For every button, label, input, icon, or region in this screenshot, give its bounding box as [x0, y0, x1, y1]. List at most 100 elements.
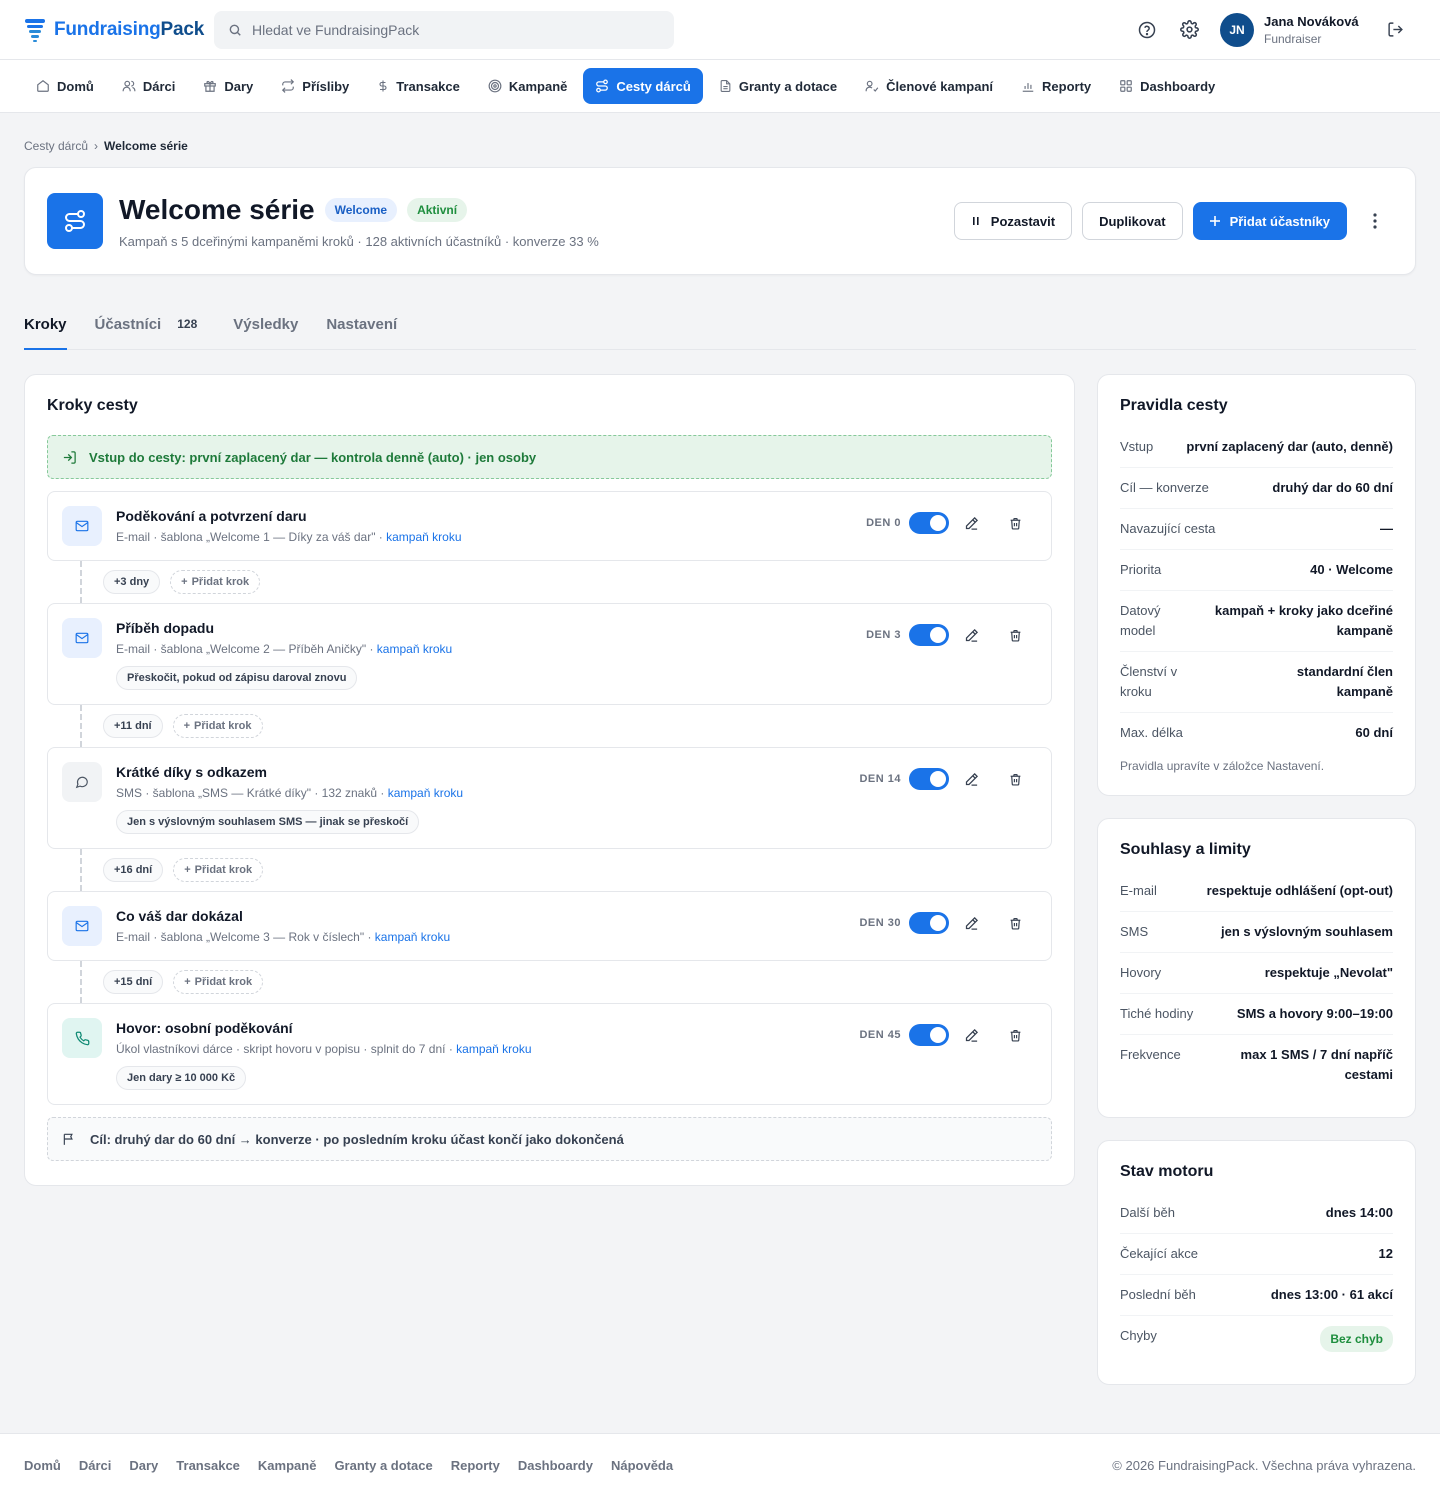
logout-button[interactable] — [1374, 9, 1416, 51]
nav-item-grants[interactable]: Granty a dotace — [707, 68, 849, 104]
add-step-button[interactable]: + Přidat krok — [173, 970, 264, 994]
gift-icon — [204, 80, 217, 92]
footer-link[interactable]: Domů — [24, 1458, 61, 1473]
add-step-label: Přidat krok — [194, 864, 253, 876]
journey-header-card: Welcome série Welcome Aktivní Kampaň s 5… — [24, 167, 1416, 275]
edit-step-button[interactable] — [949, 628, 993, 643]
step-enabled-toggle[interactable] — [909, 512, 949, 534]
pause-button[interactable]: Pozastavit — [953, 202, 1073, 240]
engine-value: 12 — [1378, 1246, 1393, 1261]
tab-participants[interactable]: Účastníci 128 — [95, 301, 206, 349]
breadcrumb-parent[interactable]: Cesty dárců — [24, 139, 88, 153]
tab-label: Kroky — [24, 315, 67, 333]
step-campaign-link[interactable]: kampaň kroku — [388, 786, 463, 800]
step-condition-chip: Jen dary ≥ 10 000 Kč — [116, 1066, 247, 1090]
search-input[interactable]: Hledat ve FundraisingPack — [214, 10, 674, 49]
engine-status-card: Stav motoru Další běh dnes 14:00 Čekající… — [1097, 1140, 1416, 1385]
add-step-button[interactable]: + Přidat krok — [173, 858, 264, 882]
step-campaign-link[interactable]: kampaň kroku — [375, 930, 450, 944]
step-meta: SMS · šablona „SMS — Krátké díky" · 132 … — [116, 786, 857, 800]
trash-icon — [1010, 629, 1020, 642]
pause-label: Pozastavit — [990, 213, 1056, 229]
duplicate-button[interactable]: Duplikovat — [1082, 202, 1183, 240]
tab-results[interactable]: Výsledky — [233, 301, 298, 349]
users-icon — [122, 80, 136, 92]
repeat-icon — [282, 79, 295, 93]
add-participants-label: Přidat účastníky — [1229, 213, 1330, 229]
engine-key: Chyby — [1120, 1328, 1157, 1343]
rule-value: první zaplacený dar (auto, denně) — [1186, 439, 1393, 454]
delete-step-button[interactable] — [993, 1029, 1037, 1042]
nav-item-donor-journeys[interactable]: Cesty dárců — [583, 68, 703, 104]
step-meta-text: E-mail · šablona „Welcome 3 — Rok v čísl… — [116, 930, 375, 944]
settings-button[interactable] — [1168, 9, 1210, 51]
participants-count: 128 — [169, 314, 206, 334]
delete-step-button[interactable] — [993, 629, 1037, 642]
nav-item-campaigns[interactable]: Kampaně — [476, 68, 580, 104]
nav-item-dashboards[interactable]: Dashboardy — [1107, 68, 1227, 104]
delete-step-button[interactable] — [993, 517, 1037, 530]
nav-item-reports[interactable]: Reporty — [1009, 68, 1103, 104]
rule-row: Datový model kampaň + kroky jako dceřiné … — [1120, 591, 1393, 652]
nav-item-pledges[interactable]: Přísliby — [269, 68, 361, 104]
step-enabled-toggle[interactable] — [909, 912, 949, 934]
dollar-icon — [379, 80, 387, 92]
nav-item-campaign-members[interactable]: Členové kampaní — [853, 68, 1005, 104]
footer-link[interactable]: Kampaně — [258, 1458, 317, 1473]
rule-value: standardní člen kampaně — [1296, 664, 1393, 699]
step-title: Poděkování a potvrzení daru — [116, 508, 307, 524]
add-step-label: Přidat krok — [191, 576, 250, 588]
pencil-icon — [965, 772, 978, 786]
edit-step-button[interactable] — [949, 916, 993, 931]
top-bar: FundraisingPack Hledat ve FundraisingPac… — [0, 0, 1440, 60]
target-icon — [488, 79, 502, 93]
rule-row: Max. délka 60 dní — [1120, 713, 1393, 753]
nav-label: Reporty — [1042, 78, 1092, 94]
help-button[interactable] — [1126, 9, 1168, 51]
breadcrumb: Cesty dárců › Welcome série — [24, 113, 1416, 153]
footer-link[interactable]: Dárci — [79, 1458, 112, 1473]
breadcrumb-separator: › — [94, 139, 99, 153]
step-campaign-link[interactable]: kampaň kroku — [377, 642, 452, 656]
footer-link[interactable]: Nápověda — [611, 1458, 673, 1473]
edit-step-button[interactable] — [949, 1028, 993, 1043]
card-title: Stav motoru — [1120, 1163, 1214, 1180]
more-actions-button[interactable] — [1357, 202, 1393, 240]
edit-step-button[interactable] — [949, 516, 993, 531]
entry-text: Vstup do cesty: první zaplacený dar — ko… — [89, 449, 537, 465]
avatar[interactable]: JN — [1220, 12, 1254, 47]
step-enabled-toggle[interactable] — [909, 624, 949, 646]
edit-step-button[interactable] — [949, 772, 993, 787]
footer-link[interactable]: Dashboardy — [518, 1458, 593, 1473]
step-enabled-toggle[interactable] — [909, 1024, 949, 1046]
engine-key: Čekající akce — [1120, 1246, 1199, 1261]
add-step-button[interactable]: + Přidat krok — [172, 714, 263, 738]
tab-settings[interactable]: Nastavení — [326, 301, 397, 349]
nav-item-transactions[interactable]: Transakce — [365, 68, 472, 104]
nav-item-donors[interactable]: Dárci — [110, 68, 188, 104]
nav-item-home[interactable]: Domů — [24, 68, 106, 104]
logo-icon — [25, 18, 45, 42]
step-enabled-toggle[interactable] — [909, 768, 949, 790]
footer-link[interactable]: Reporty — [451, 1458, 500, 1473]
consent-key: E-mail — [1120, 883, 1157, 898]
step-campaign-link[interactable]: kampaň kroku — [456, 1042, 531, 1056]
add-participants-button[interactable]: Přidat účastníky — [1192, 202, 1347, 240]
footer-link[interactable]: Transakce — [176, 1458, 240, 1473]
engine-key: Další běh — [1120, 1205, 1175, 1220]
footer-link[interactable]: Dary — [129, 1458, 158, 1473]
delay-badge: +11 dní — [103, 714, 163, 738]
delete-step-button[interactable] — [993, 917, 1037, 930]
card-title: Pravidla cesty — [1120, 397, 1228, 414]
nav-label: Dashboardy — [1140, 78, 1216, 94]
engine-row: Poslední běh dnes 13:00 · 61 akcí — [1120, 1275, 1393, 1316]
app-logo[interactable]: FundraisingPack — [24, 17, 214, 43]
step-campaign-link[interactable]: kampaň kroku — [386, 530, 461, 544]
footer-link[interactable]: Granty a dotace — [334, 1458, 432, 1473]
delete-step-button[interactable] — [993, 773, 1037, 786]
add-step-button[interactable]: + Přidat krok — [170, 570, 261, 594]
nav-label: Dárci — [142, 78, 176, 94]
tab-steps[interactable]: Kroky — [24, 301, 67, 350]
step-meta-text: SMS · šablona „SMS — Krátké díky" · 132 … — [116, 786, 388, 800]
nav-item-gifts[interactable]: Dary — [191, 68, 265, 104]
